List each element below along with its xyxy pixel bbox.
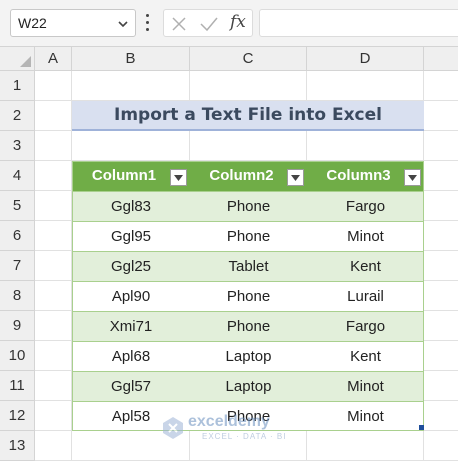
table-row: Ggl57 Laptop Minot (72, 371, 424, 401)
table-cell[interactable]: Kent (307, 252, 424, 281)
filter-dropdown-icon[interactable] (404, 169, 421, 186)
row-header-13[interactable]: 13 (0, 431, 35, 461)
watermark: exceldemy EXCEL · DATA · BI (158, 410, 303, 446)
table-cell[interactable]: Apl68 (72, 342, 190, 371)
sheet-title[interactable]: Import a Text File into Excel (72, 101, 424, 131)
exceldemy-logo-icon (163, 417, 183, 439)
table-header-row: Column1 Column2 Column3 (72, 161, 424, 191)
row-header-6[interactable]: 6 (0, 221, 35, 251)
table-cell[interactable]: Kent (307, 342, 424, 371)
table-cell[interactable]: Phone (190, 222, 307, 251)
header-label: Column3 (326, 167, 391, 184)
table-cell[interactable]: Tablet (190, 252, 307, 281)
name-box-value: W22 (18, 15, 47, 31)
row-header-12[interactable]: 12 (0, 401, 35, 431)
formula-input[interactable] (259, 9, 458, 37)
table-cell[interactable]: Xmi71 (72, 312, 190, 341)
table-cell[interactable]: Phone (190, 192, 307, 221)
table-cell[interactable]: Ggl95 (72, 222, 190, 251)
row-header-3[interactable]: 3 (0, 131, 35, 161)
table-row: Apl90 Phone Lurail (72, 281, 424, 311)
table-row: Ggl83 Phone Fargo (72, 191, 424, 221)
row-header-8[interactable]: 8 (0, 281, 35, 311)
table-cell[interactable]: Phone (190, 282, 307, 311)
filter-dropdown-icon[interactable] (170, 169, 187, 186)
table-cell[interactable]: Phone (190, 312, 307, 341)
name-box[interactable]: W22 (10, 9, 136, 37)
select-all-button[interactable] (0, 47, 35, 71)
row-header-4[interactable]: 4 (0, 161, 35, 191)
table-row: Xmi71 Phone Fargo (72, 311, 424, 341)
table-cell[interactable]: Apl90 (72, 282, 190, 311)
filter-dropdown-icon[interactable] (287, 169, 304, 186)
column-header-a[interactable]: A (35, 47, 72, 71)
more-options-icon[interactable] (146, 14, 150, 32)
insert-function-icon[interactable]: fx (230, 12, 246, 32)
table-row: Ggl95 Phone Minot (72, 221, 424, 251)
row-header-11[interactable]: 11 (0, 371, 35, 401)
table-cell[interactable]: Minot (307, 372, 424, 401)
table-cell[interactable]: Laptop (190, 342, 307, 371)
formula-bar: W22 fx (0, 0, 458, 47)
table-row: Apl68 Laptop Kent (72, 341, 424, 371)
table-cell[interactable]: Fargo (307, 192, 424, 221)
table-cell[interactable]: Ggl83 (72, 192, 190, 221)
column-header-c[interactable]: C (190, 47, 307, 71)
checkmark-icon[interactable] (200, 16, 218, 32)
column-header-b[interactable]: B (72, 47, 190, 71)
table-cell[interactable]: Minot (307, 402, 424, 431)
table-cell[interactable]: Fargo (307, 312, 424, 341)
row-header-10[interactable]: 10 (0, 341, 35, 371)
row-header-9[interactable]: 9 (0, 311, 35, 341)
header-label: Column2 (209, 167, 274, 184)
column-header-e[interactable] (424, 47, 458, 71)
row-header-5[interactable]: 5 (0, 191, 35, 221)
table-cell[interactable]: Lurail (307, 282, 424, 311)
row-header-1[interactable]: 1 (0, 71, 35, 101)
formula-controls: fx (163, 9, 253, 37)
table-row: Ggl25 Tablet Kent (72, 251, 424, 281)
row-header-2[interactable]: 2 (0, 101, 35, 131)
table-cell[interactable]: Ggl25 (72, 252, 190, 281)
table-cell[interactable]: Ggl57 (72, 372, 190, 401)
cancel-icon[interactable] (171, 16, 187, 32)
table-cell[interactable]: Minot (307, 222, 424, 251)
chevron-down-icon[interactable] (117, 18, 129, 30)
column-header-d[interactable]: D (307, 47, 424, 71)
watermark-tagline: EXCEL · DATA · BI (202, 432, 287, 441)
table-resize-handle[interactable] (419, 425, 424, 430)
table-cell[interactable]: Laptop (190, 372, 307, 401)
header-label: Column1 (91, 167, 157, 184)
watermark-brand: exceldemy (188, 413, 270, 430)
row-header-7[interactable]: 7 (0, 251, 35, 281)
